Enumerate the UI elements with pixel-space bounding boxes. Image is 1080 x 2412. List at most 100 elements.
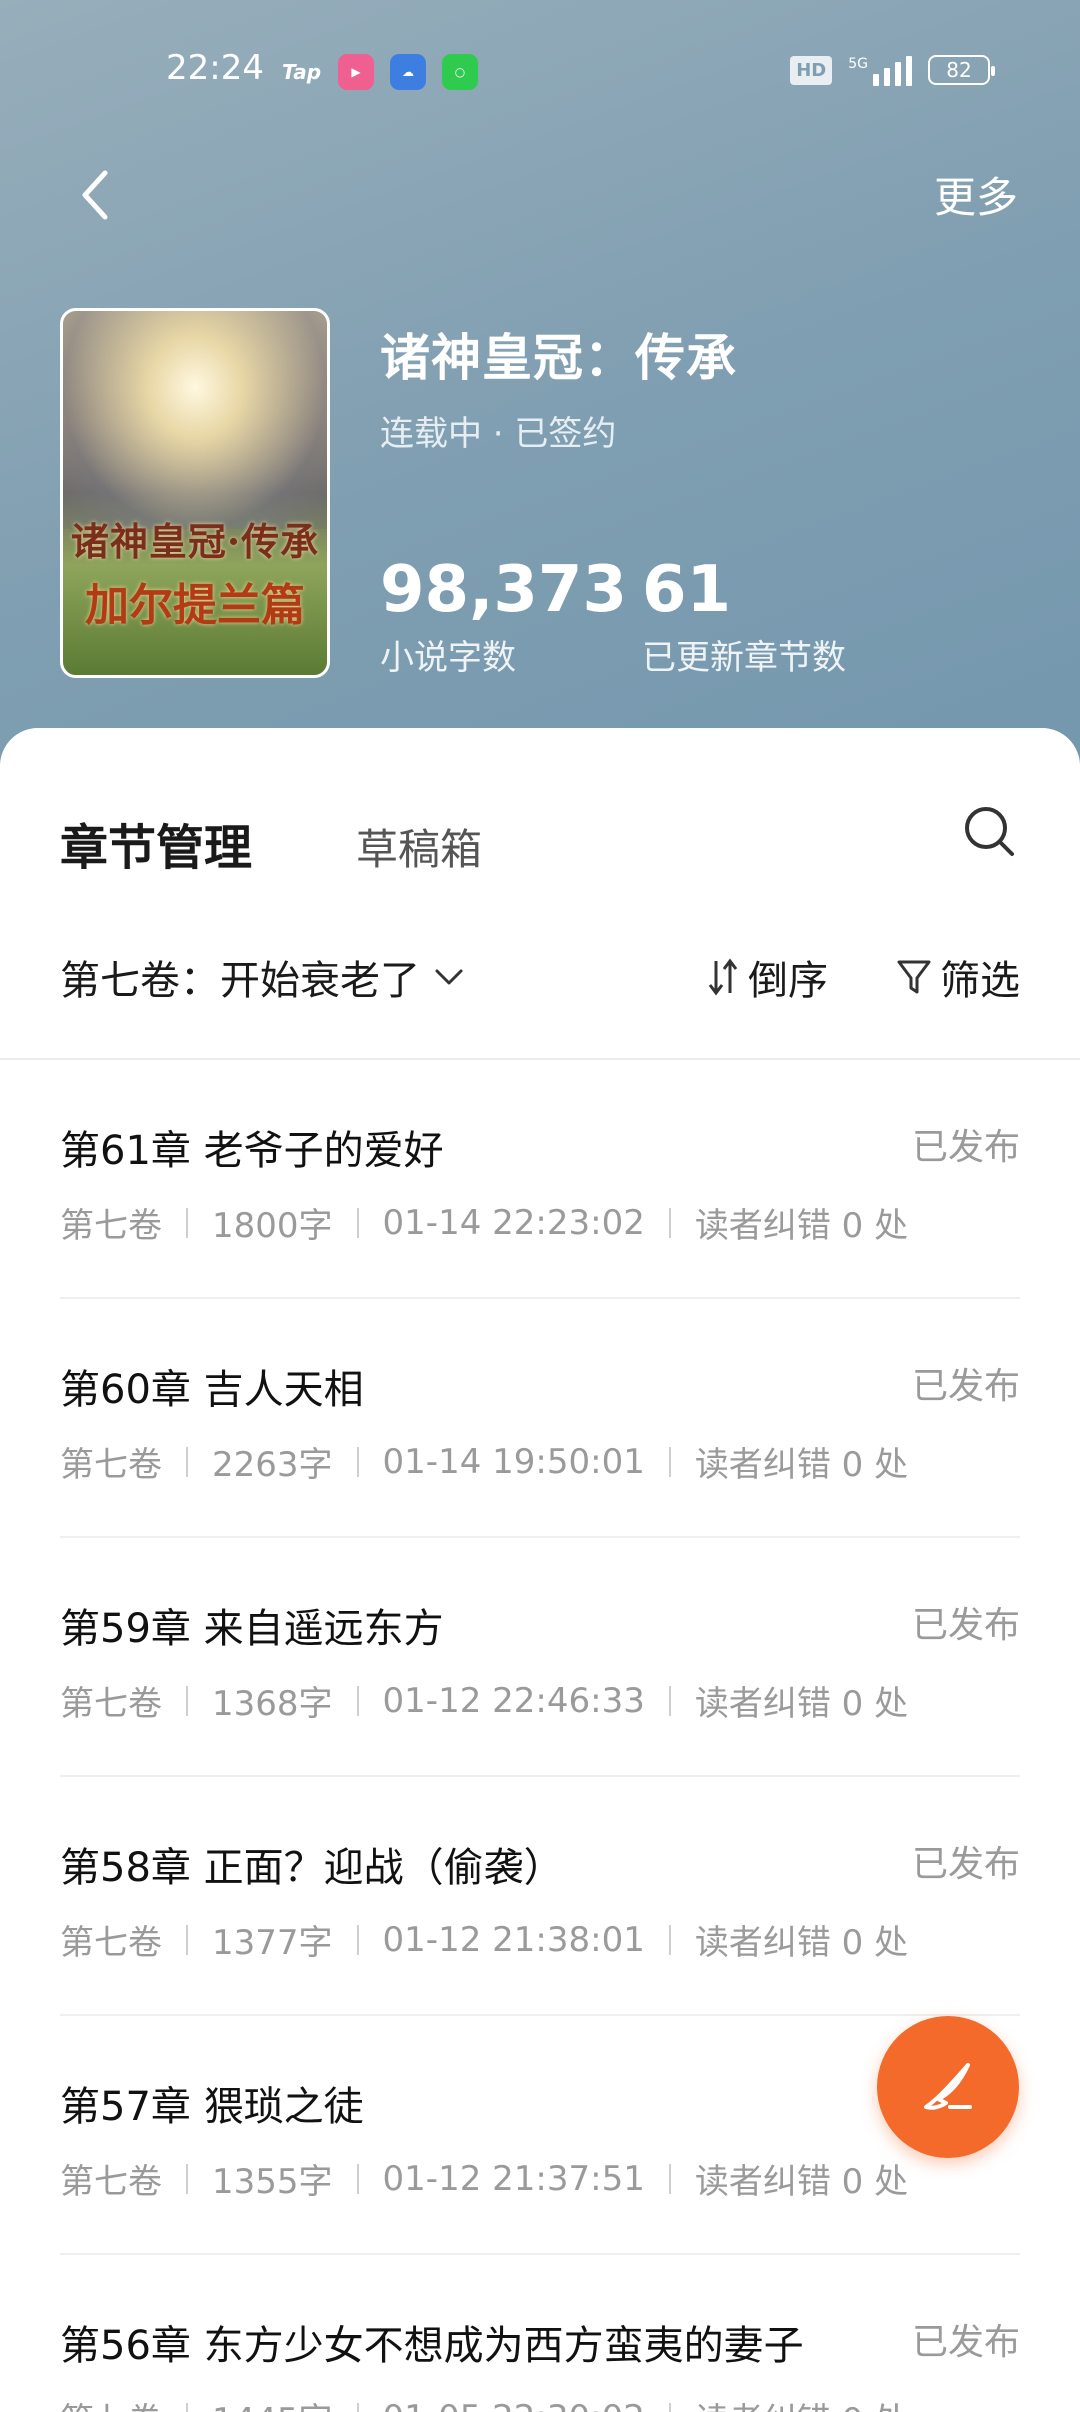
chapter-errors: 读者纠错 0 处	[694, 1923, 909, 1963]
chapter-count-label: 已更新章节数	[642, 638, 846, 678]
chapter-meta: 第七卷 1355字 01-12 21:37:51 读者纠错 0 处	[60, 2154, 908, 2203]
chapter-volume: 第七卷	[60, 1684, 162, 1724]
filter-button[interactable]: 筛选	[896, 948, 1020, 1006]
book-title: 诸神皇冠：传承	[380, 329, 737, 387]
status-right: HD 5G 82	[790, 54, 995, 86]
chapter-volume: 第七卷	[60, 1445, 162, 1485]
chapter-words: 1445字	[212, 2393, 333, 2412]
chapter-errors: 读者纠错 0 处	[695, 2393, 908, 2412]
chapter-words: 1368字	[212, 1684, 333, 1724]
weather-icon: ☁	[390, 54, 426, 90]
word-count-label: 小说字数	[380, 638, 516, 678]
chapter-meta: 第七卷 1445字 01-05 22:30:02 读者纠错 0 处	[60, 2393, 908, 2412]
chapter-title: 第60章 吉人天相	[60, 1367, 364, 1413]
status-bar: 22:24 Tap ▶ ☁ ○ HD 5G 82	[0, 0, 1080, 140]
filter-label: 筛选	[940, 958, 1020, 1004]
word-count-value: 98,373	[380, 553, 627, 627]
funnel-icon	[897, 960, 931, 994]
meta-separator	[356, 1924, 359, 1955]
chapter-count-stat: 61 已更新章节数	[642, 552, 846, 679]
more-button[interactable]: 更多	[934, 164, 1018, 225]
meta-separator	[356, 1685, 359, 1716]
tab-chapter-management[interactable]: 章节管理	[60, 808, 252, 878]
signal-icon: 5G	[848, 54, 912, 86]
meta-separator	[668, 1685, 671, 1716]
tab-bar: 章节管理 草稿箱	[60, 808, 482, 878]
tap-icon: Tap	[282, 60, 322, 84]
chapter-item[interactable]: 第59章 来自遥远东方 已发布 第七卷 1368字 01-12 22:46:33…	[60, 1538, 1020, 1777]
write-chapter-button[interactable]	[877, 2016, 1019, 2158]
cover-title: 诸神皇冠·传承	[70, 519, 320, 564]
meta-separator	[668, 2163, 671, 2194]
chapter-time: 01-12 21:38:01	[382, 1919, 645, 1960]
cover-art	[63, 311, 327, 530]
chapter-status: 已发布	[911, 1127, 1020, 1168]
chapter-item[interactable]: 第58章 正面？迎战（偷袭） 已发布 第七卷 1377字 01-12 21:38…	[60, 1777, 1020, 2016]
meta-separator	[668, 1446, 671, 1477]
chapter-item[interactable]: 第61章 老爷子的爱好 已发布 第七卷 1800字 01-14 22:23:02…	[60, 1060, 1020, 1299]
meta-separator	[668, 2402, 671, 2412]
chapter-volume: 第七卷	[60, 1206, 162, 1246]
chapter-panel: 章节管理 草稿箱 第七卷：开始衰老了 倒序 筛选 第61章 老爷子的爱好 已发布…	[0, 728, 1080, 2412]
meta-separator	[186, 1446, 188, 1477]
chapter-volume: 第七卷	[60, 2162, 162, 2202]
chapter-title: 第59章 来自遥远东方	[60, 1606, 444, 1652]
chapter-meta: 第七卷 1368字 01-12 22:46:33 读者纠错 0 处	[60, 1676, 908, 1725]
word-count-stat: 98,373 小说字数	[380, 552, 627, 679]
chapter-title: 第58章 正面？迎战（偷袭）	[60, 1845, 564, 1891]
book-cover[interactable]: 诸神皇冠·传承 加尔提兰篇	[60, 308, 330, 678]
quill-pen-icon	[924, 2063, 972, 2110]
status-app-icons: Tap ▶ ☁ ○	[282, 54, 478, 90]
bilibili-icon: ▶	[338, 54, 374, 90]
chapter-words: 2263字	[212, 1445, 333, 1485]
meta-separator	[356, 2402, 359, 2412]
chapter-volume: 第七卷	[60, 2393, 162, 2412]
chapter-item[interactable]: 第56章 东方少女不想成为西方蛮夷的妻子 已发布 第七卷 1445字 01-05…	[60, 2255, 1020, 2412]
chapter-count-value: 61	[642, 553, 732, 627]
sort-icon	[708, 958, 738, 996]
chapter-item[interactable]: 第57章 猥琐之徒 第七卷 1355字 01-12 21:37:51 读者纠错 …	[60, 2016, 1020, 2255]
chapter-title: 第61章 老爷子的爱好	[60, 1128, 444, 1174]
chapter-list: 第61章 老爷子的爱好 已发布 第七卷 1800字 01-14 22:23:02…	[60, 1060, 1020, 2412]
meta-separator	[356, 1446, 359, 1477]
chapter-time: 01-14 19:50:01	[382, 1441, 645, 1482]
chapter-words: 1800字	[212, 1206, 333, 1246]
chapter-meta: 第七卷 1800字 01-14 22:23:02 读者纠错 0 处	[60, 1198, 908, 1247]
tab-drafts[interactable]: 草稿箱	[356, 816, 482, 877]
chapter-words: 1377字	[212, 1923, 333, 1963]
chapter-status: 已发布	[911, 1844, 1020, 1885]
volume-label: 第七卷：开始衰老了	[60, 958, 420, 1004]
chapter-meta: 第七卷 1377字 01-12 21:38:01 读者纠错 0 处	[60, 1915, 908, 1964]
meta-separator	[186, 1924, 188, 1955]
meta-separator	[186, 1207, 188, 1238]
sort-label: 倒序	[748, 958, 828, 1004]
chapter-errors: 读者纠错 0 处	[694, 2162, 909, 2202]
chapter-title: 第57章 猥琐之徒	[60, 2084, 364, 2130]
chapter-meta: 第七卷 2263字 01-14 19:50:01 读者纠错 0 处	[60, 1437, 908, 1486]
volume-dropdown[interactable]: 第七卷：开始衰老了	[60, 948, 464, 1006]
sort-button[interactable]: 倒序	[706, 948, 828, 1006]
hd-icon: HD	[790, 55, 833, 85]
status-time: 22:24	[166, 48, 264, 88]
meta-separator	[186, 2163, 188, 2194]
chapter-time: 01-14 22:23:02	[382, 1202, 645, 1243]
chapter-title: 第56章 东方少女不想成为西方蛮夷的妻子	[60, 2323, 804, 2369]
chapter-errors: 读者纠错 0 处	[694, 1445, 909, 1485]
chapter-status: 已发布	[911, 2322, 1020, 2363]
meta-separator	[186, 2402, 188, 2412]
cover-subtitle: 加尔提兰篇	[85, 580, 305, 631]
chapter-errors: 读者纠错 0 处	[694, 1684, 909, 1724]
meta-separator	[668, 1924, 671, 1955]
chapter-item[interactable]: 第60章 吉人天相 已发布 第七卷 2263字 01-14 19:50:01 读…	[60, 1299, 1020, 1538]
back-button[interactable]	[64, 160, 124, 230]
meta-separator	[356, 2163, 359, 2194]
chapter-time: 01-12 22:46:33	[382, 1680, 645, 1721]
chapter-status: 已发布	[911, 1366, 1020, 1407]
filter-row: 第七卷：开始衰老了 倒序 筛选	[60, 948, 1020, 1008]
chevron-down-icon	[435, 969, 463, 985]
book-status: 连载中 · 已签约	[380, 414, 617, 454]
search-icon	[965, 807, 1014, 856]
search-button[interactable]	[962, 804, 1018, 860]
chapter-volume: 第七卷	[60, 1923, 162, 1963]
chapter-words: 1355字	[212, 2162, 333, 2202]
